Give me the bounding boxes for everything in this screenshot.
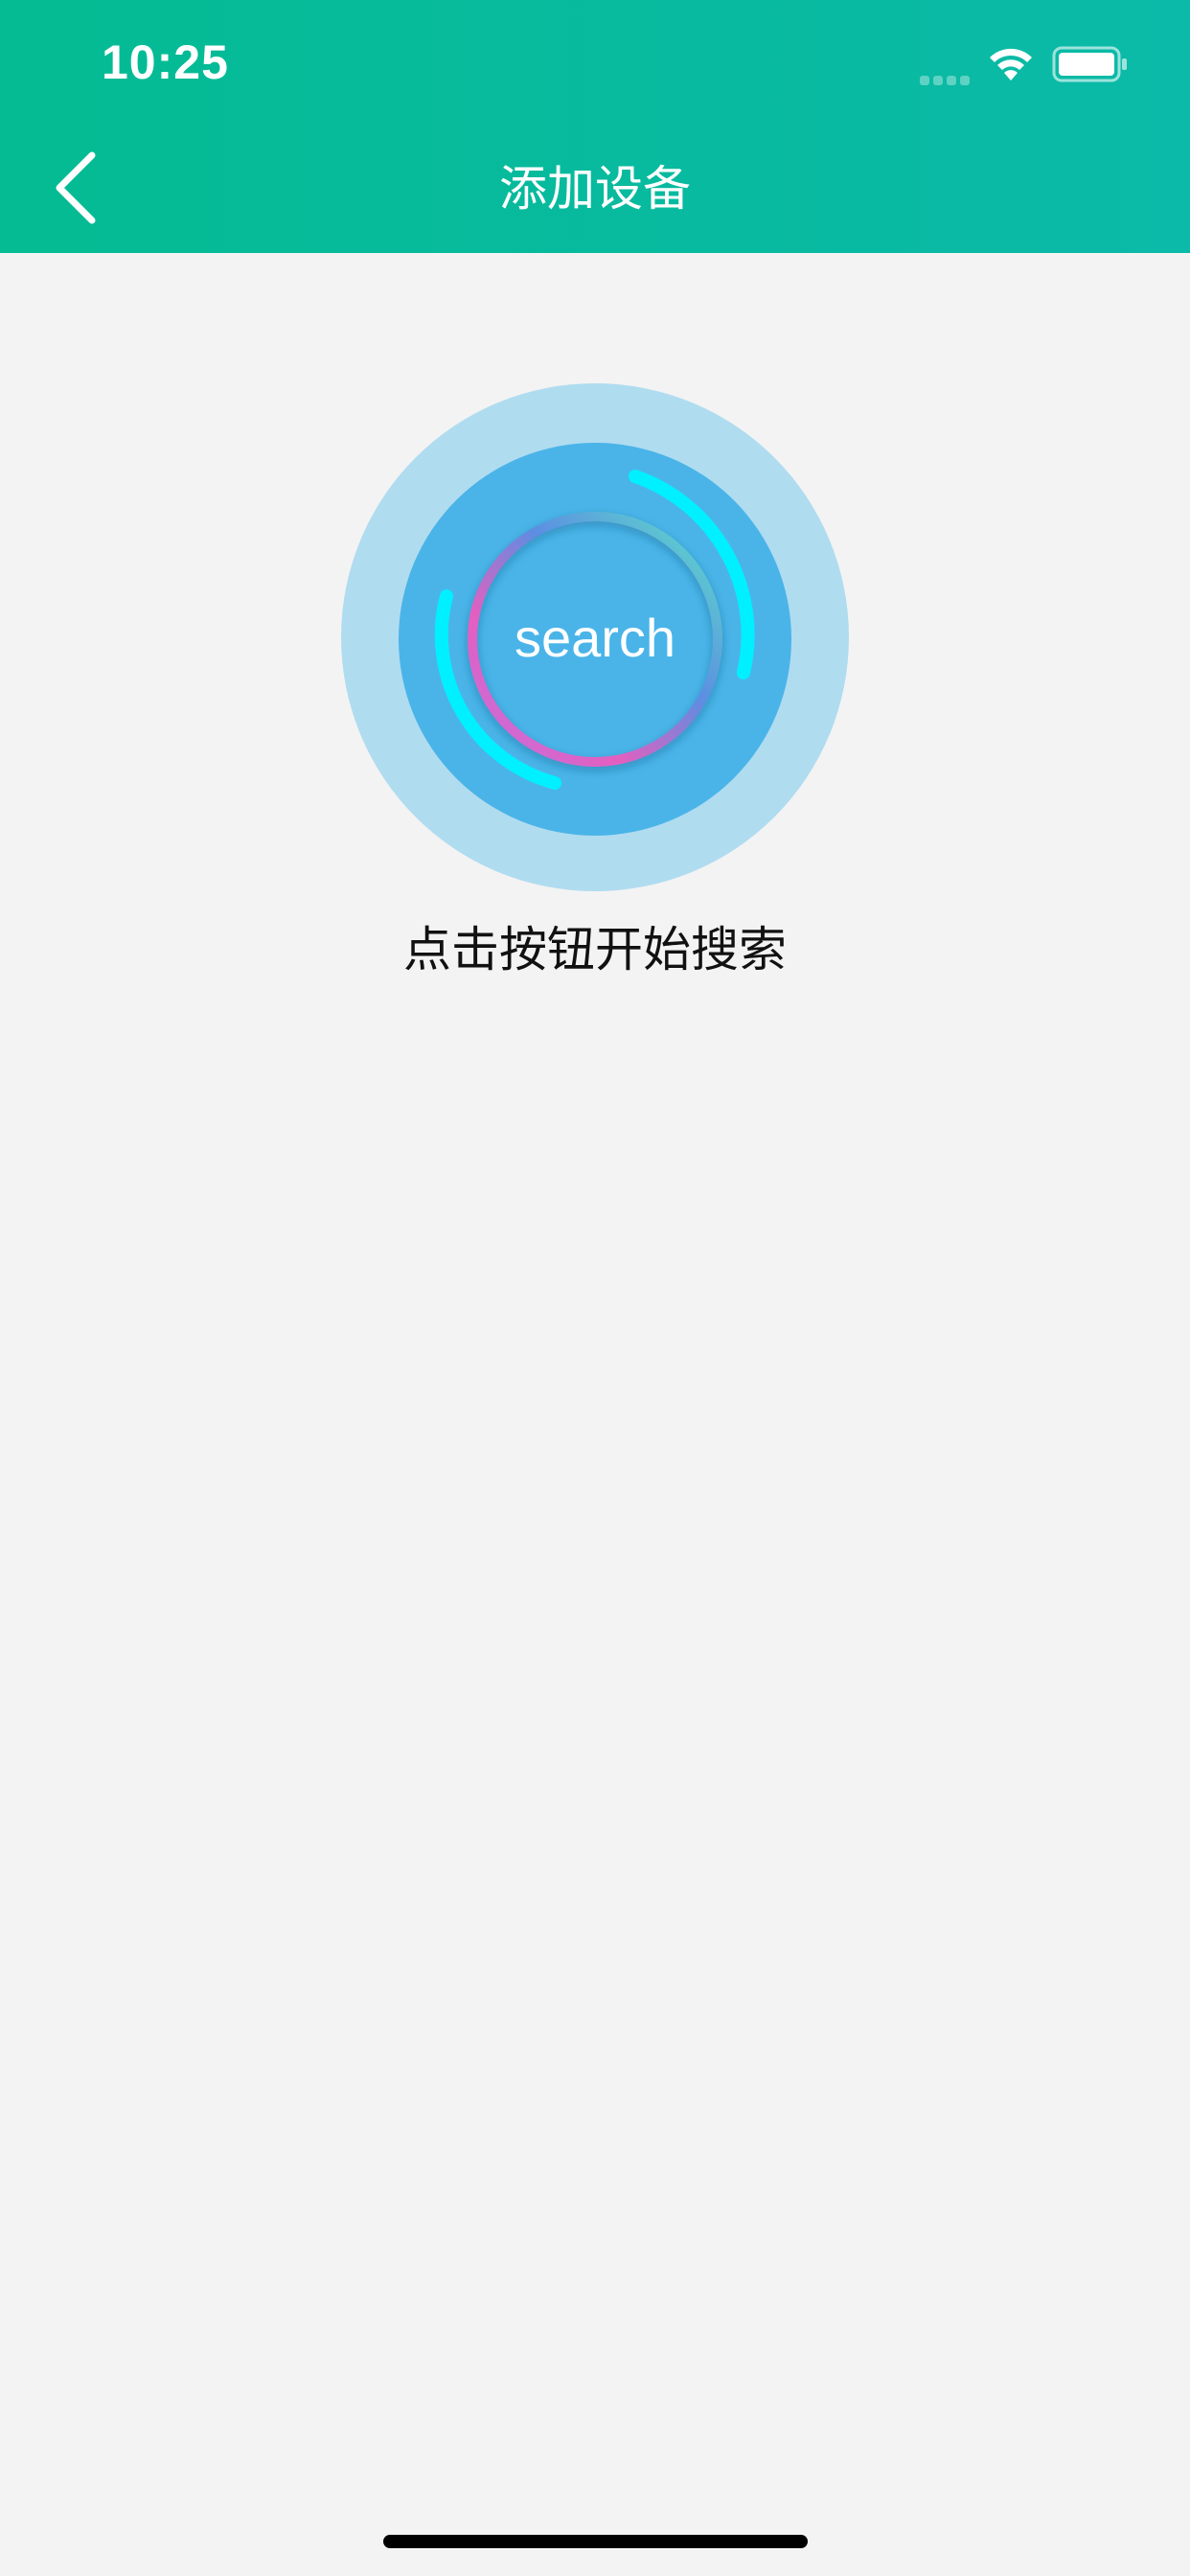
wifi-icon (990, 48, 1032, 80)
header-bar: 10:25 添加设备 (0, 0, 1190, 253)
status-time: 10:25 (102, 35, 229, 89)
search-hint: 点击按钮开始搜索 (403, 922, 787, 978)
add-device-screen: 10:25 添加设备 search 点击按钮开始搜索 (0, 0, 1190, 2576)
page-title: 添加设备 (499, 161, 691, 217)
home-indicator (383, 2535, 808, 2548)
cellular-signal-icon (920, 71, 975, 85)
search-button-label: search (514, 608, 676, 668)
battery-icon (1052, 46, 1127, 82)
